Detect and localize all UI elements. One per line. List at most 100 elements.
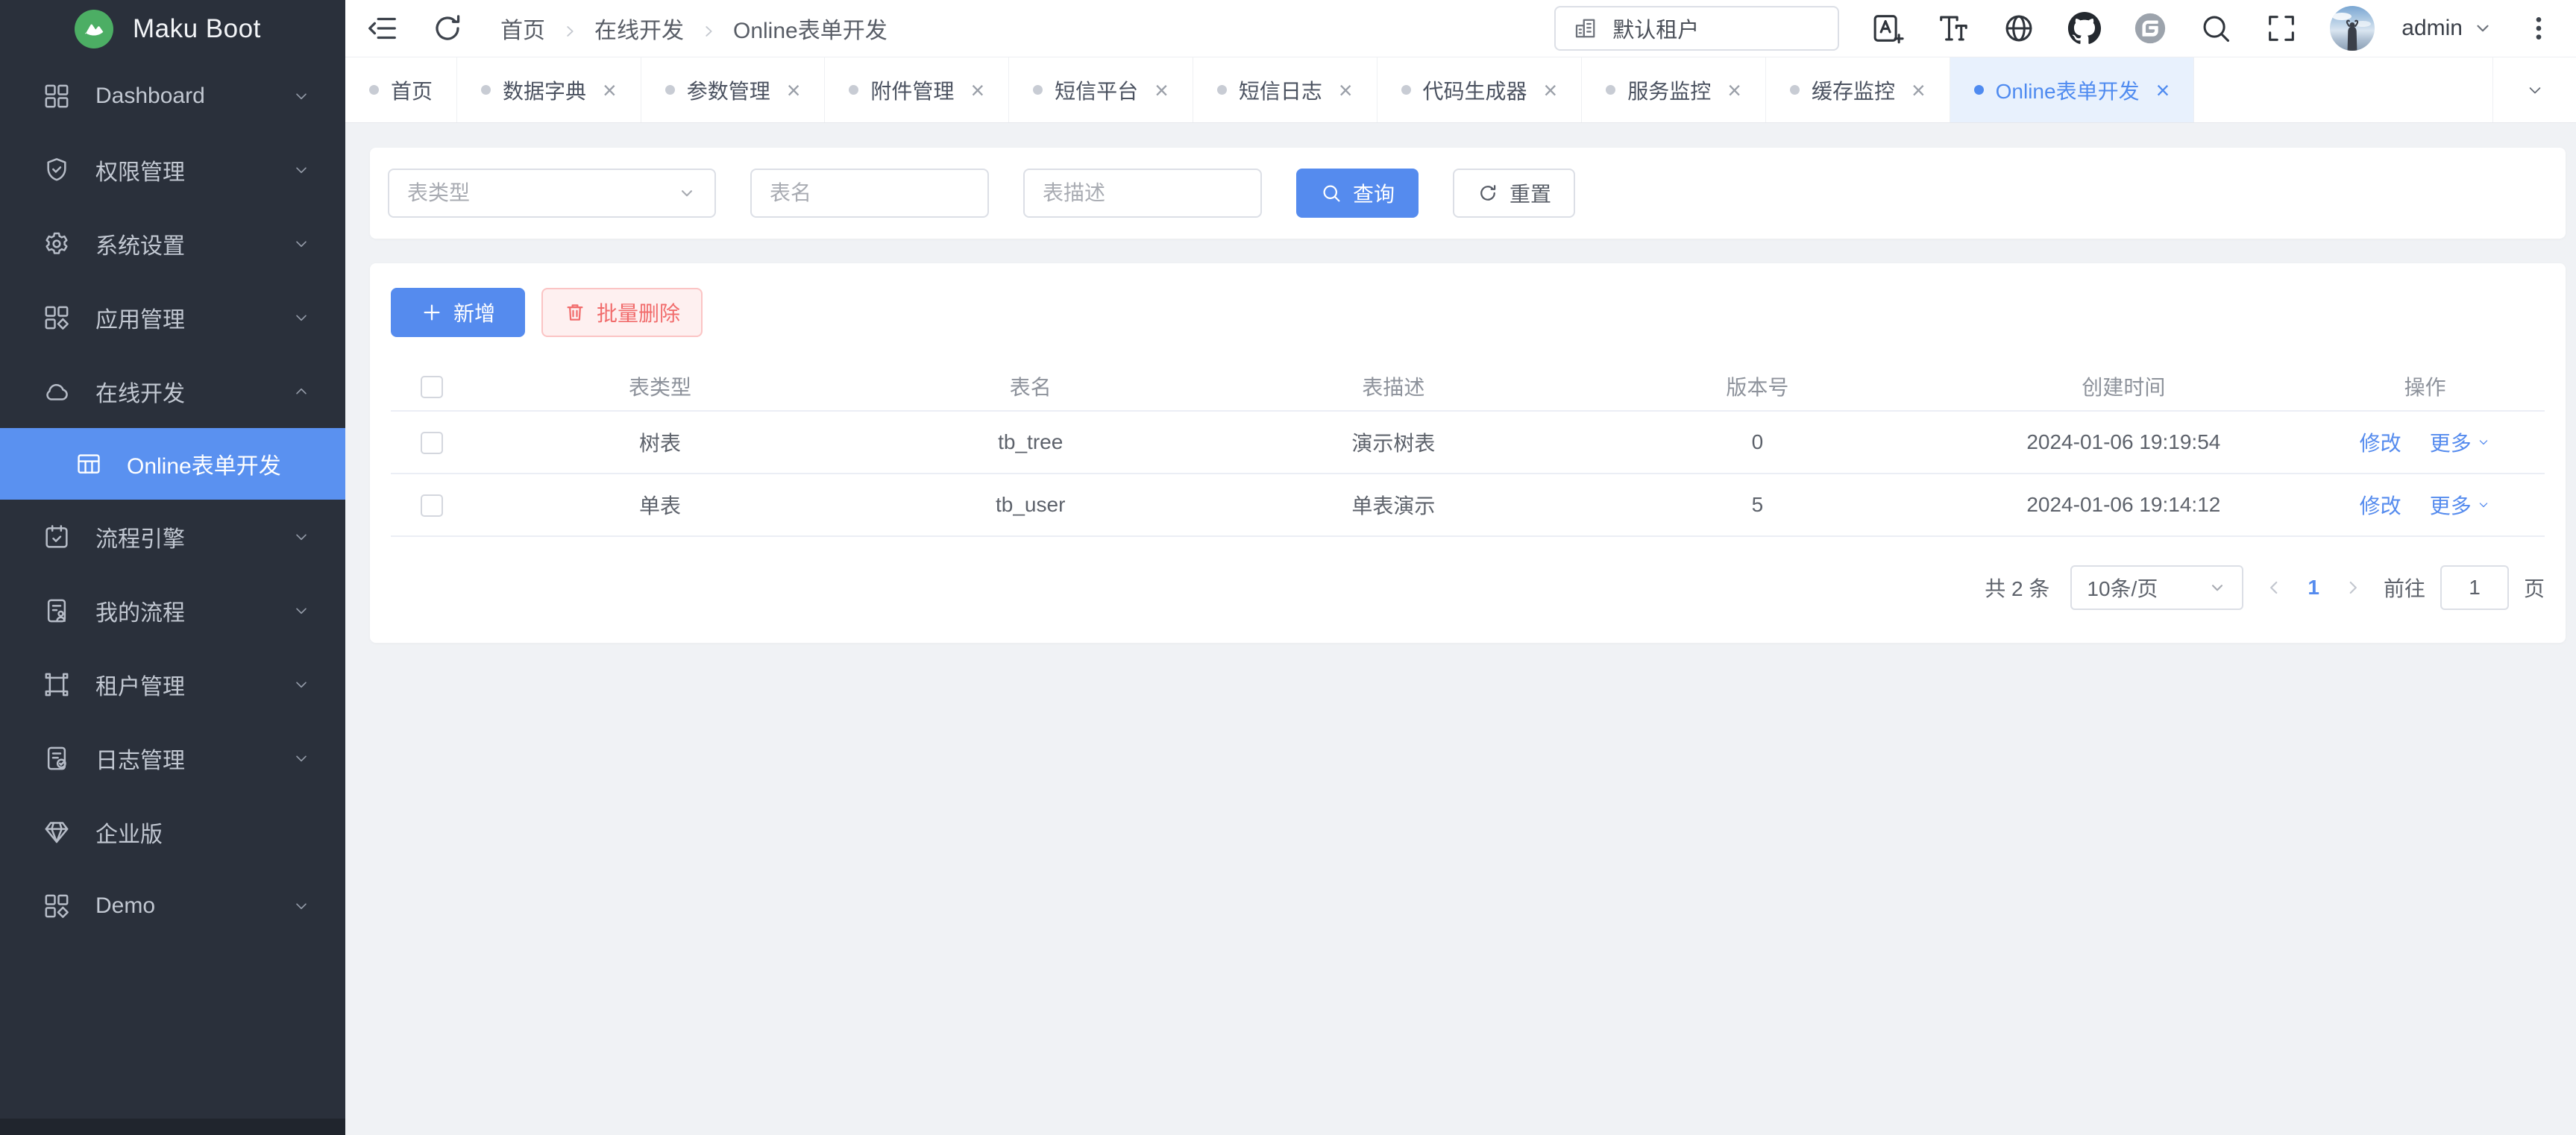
tab-8[interactable]: 缓存监控× xyxy=(1766,57,1950,122)
table-desc-field xyxy=(1023,169,1262,218)
tenant-select[interactable]: 默认租户 xyxy=(1554,6,1839,51)
sidebar-item-enterprise[interactable]: 企业版 xyxy=(0,795,345,869)
page-size-select[interactable]: 10条/页 xyxy=(2070,565,2243,610)
topbar: 首页 在线开发 Online表单开发 默认租户 xyxy=(345,0,2576,57)
chevron-down-icon xyxy=(292,749,311,768)
sidebar-item-online-form[interactable]: Online表单开发 xyxy=(0,428,345,500)
sidebar-item-workflow[interactable]: 流程引擎 xyxy=(0,500,345,573)
more-link[interactable]: 更多 xyxy=(2430,490,2491,520)
edit-link[interactable]: 修改 xyxy=(2360,427,2401,457)
tab-0[interactable]: 首页 xyxy=(345,57,457,122)
github-icon[interactable] xyxy=(2067,11,2102,45)
tab-3[interactable]: 附件管理× xyxy=(825,57,1009,122)
table-desc-input[interactable] xyxy=(1043,181,1243,205)
sidebar-item-tenant[interactable]: 租户管理 xyxy=(0,647,345,721)
batch-delete-button[interactable]: 批量删除 xyxy=(541,288,703,337)
sidebar-item-logs[interactable]: 日志管理 xyxy=(0,721,345,795)
row-checkbox[interactable] xyxy=(421,432,443,454)
add-button[interactable]: 新增 xyxy=(391,288,525,337)
breadcrumb-online-dev[interactable]: 在线开发 xyxy=(594,12,684,45)
refresh-icon[interactable] xyxy=(430,11,465,45)
tab-dot xyxy=(849,85,858,95)
cell-type: 树表 xyxy=(473,411,848,474)
sidebar-item-online-dev[interactable]: 在线开发 xyxy=(0,354,345,428)
table-name-input[interactable] xyxy=(770,181,970,205)
tab-1[interactable]: 数据字典× xyxy=(457,57,641,122)
fullscreen-icon[interactable] xyxy=(2264,11,2299,45)
tab-list-dropdown[interactable] xyxy=(2492,57,2576,122)
edit-link[interactable]: 修改 xyxy=(2360,490,2401,520)
search-icon[interactable] xyxy=(2199,11,2233,45)
tab-5[interactable]: 短信日志× xyxy=(1193,57,1377,122)
table-toolbar: 新增 批量删除 xyxy=(391,288,2545,337)
font-size-icon[interactable] xyxy=(1936,11,1970,45)
tab-dot xyxy=(1790,85,1800,95)
sidebar-item-system[interactable]: 系统设置 xyxy=(0,207,345,280)
avatar[interactable] xyxy=(2330,6,2375,51)
tab-9[interactable]: Online表单开发× xyxy=(1950,57,2195,122)
breadcrumb: 首页 在线开发 Online表单开发 xyxy=(500,12,888,45)
gitee-icon[interactable] xyxy=(2133,11,2167,45)
search-button[interactable]: 查询 xyxy=(1296,169,1419,218)
tab-close-icon[interactable]: × xyxy=(970,78,984,102)
tab-7[interactable]: 服务监控× xyxy=(1582,57,1766,122)
tab-close-icon[interactable]: × xyxy=(2156,78,2170,102)
tab-close-icon[interactable]: × xyxy=(787,78,801,102)
sidebar-item-my-flow[interactable]: 我的流程 xyxy=(0,573,345,647)
globe-icon[interactable] xyxy=(2002,11,2036,45)
tab-2[interactable]: 参数管理× xyxy=(641,57,826,122)
topbar-tools xyxy=(1870,11,2299,45)
sidebar-collapse-icon[interactable] xyxy=(365,11,399,45)
tab-list: 首页数据字典×参数管理×附件管理×短信平台×短信日志×代码生成器×服务监控×缓存… xyxy=(345,57,2194,122)
app-root: Maku Boot Dashboard权限管理系统设置应用管理在线开发Onlin… xyxy=(0,0,2576,1135)
next-page-icon[interactable] xyxy=(2343,578,2363,597)
reset-button[interactable]: 重置 xyxy=(1453,169,1575,218)
sidebar-item-permission[interactable]: 权限管理 xyxy=(0,133,345,207)
logo-mountain-icon xyxy=(75,10,113,48)
cell-name: tb_user xyxy=(847,474,1213,536)
tab-4[interactable]: 短信平台× xyxy=(1009,57,1193,122)
current-page[interactable]: 1 xyxy=(2308,576,2319,600)
select-all-checkbox[interactable] xyxy=(421,376,443,398)
table-row: 单表tb_user单表演示52024-01-06 19:14:12修改更多 xyxy=(391,474,2545,536)
more-options-icon[interactable] xyxy=(2524,13,2554,43)
row-checkbox[interactable] xyxy=(421,494,443,517)
translate-icon[interactable] xyxy=(1870,11,1905,45)
main-area: 首页 在线开发 Online表单开发 默认租户 xyxy=(345,0,2576,1135)
plus-icon xyxy=(421,301,443,324)
table-type-input[interactable] xyxy=(407,181,677,205)
breadcrumb-home[interactable]: 首页 xyxy=(500,12,545,45)
tab-dot xyxy=(665,85,675,95)
tab-close-icon[interactable]: × xyxy=(1155,78,1169,102)
tab-close-icon[interactable]: × xyxy=(1544,78,1558,102)
tab-6[interactable]: 代码生成器× xyxy=(1377,57,1583,122)
chevron-down-icon xyxy=(292,527,311,547)
grid-icon xyxy=(42,81,72,111)
more-link[interactable]: 更多 xyxy=(2430,427,2491,457)
tab-dot xyxy=(369,85,379,95)
sidebar-item-application[interactable]: 应用管理 xyxy=(0,280,345,354)
prev-page-icon[interactable] xyxy=(2264,578,2284,597)
sidebar-item-dashboard[interactable]: Dashboard xyxy=(0,59,345,133)
sidebar-item-demo[interactable]: Demo xyxy=(0,869,345,943)
table-type-select[interactable] xyxy=(388,169,716,218)
app-title: Maku Boot xyxy=(133,14,261,44)
column-header-desc: 表描述 xyxy=(1213,362,1573,411)
topbar-right: 默认租户 admin xyxy=(1554,6,2554,51)
tab-dot xyxy=(481,85,491,95)
tab-close-icon[interactable]: × xyxy=(1727,78,1741,102)
tab-close-icon[interactable]: × xyxy=(603,78,617,102)
sidebar-menu: Dashboard权限管理系统设置应用管理在线开发Online表单开发流程引擎我… xyxy=(0,57,345,943)
cell-desc: 单表演示 xyxy=(1213,474,1573,536)
calendar-check-icon xyxy=(42,522,72,552)
app-logo[interactable]: Maku Boot xyxy=(0,0,345,57)
cell-version: 5 xyxy=(1573,474,1941,536)
tab-close-icon[interactable]: × xyxy=(1339,78,1353,102)
chevron-down-icon xyxy=(2476,497,2491,512)
goto-page-input[interactable] xyxy=(2440,565,2509,610)
user-menu[interactable]: admin xyxy=(2401,16,2492,41)
tab-close-icon[interactable]: × xyxy=(1911,78,1926,102)
cell-desc: 演示树表 xyxy=(1213,411,1573,474)
filter-card: 查询 重置 xyxy=(370,148,2566,239)
chevron-down-icon xyxy=(2525,80,2545,101)
